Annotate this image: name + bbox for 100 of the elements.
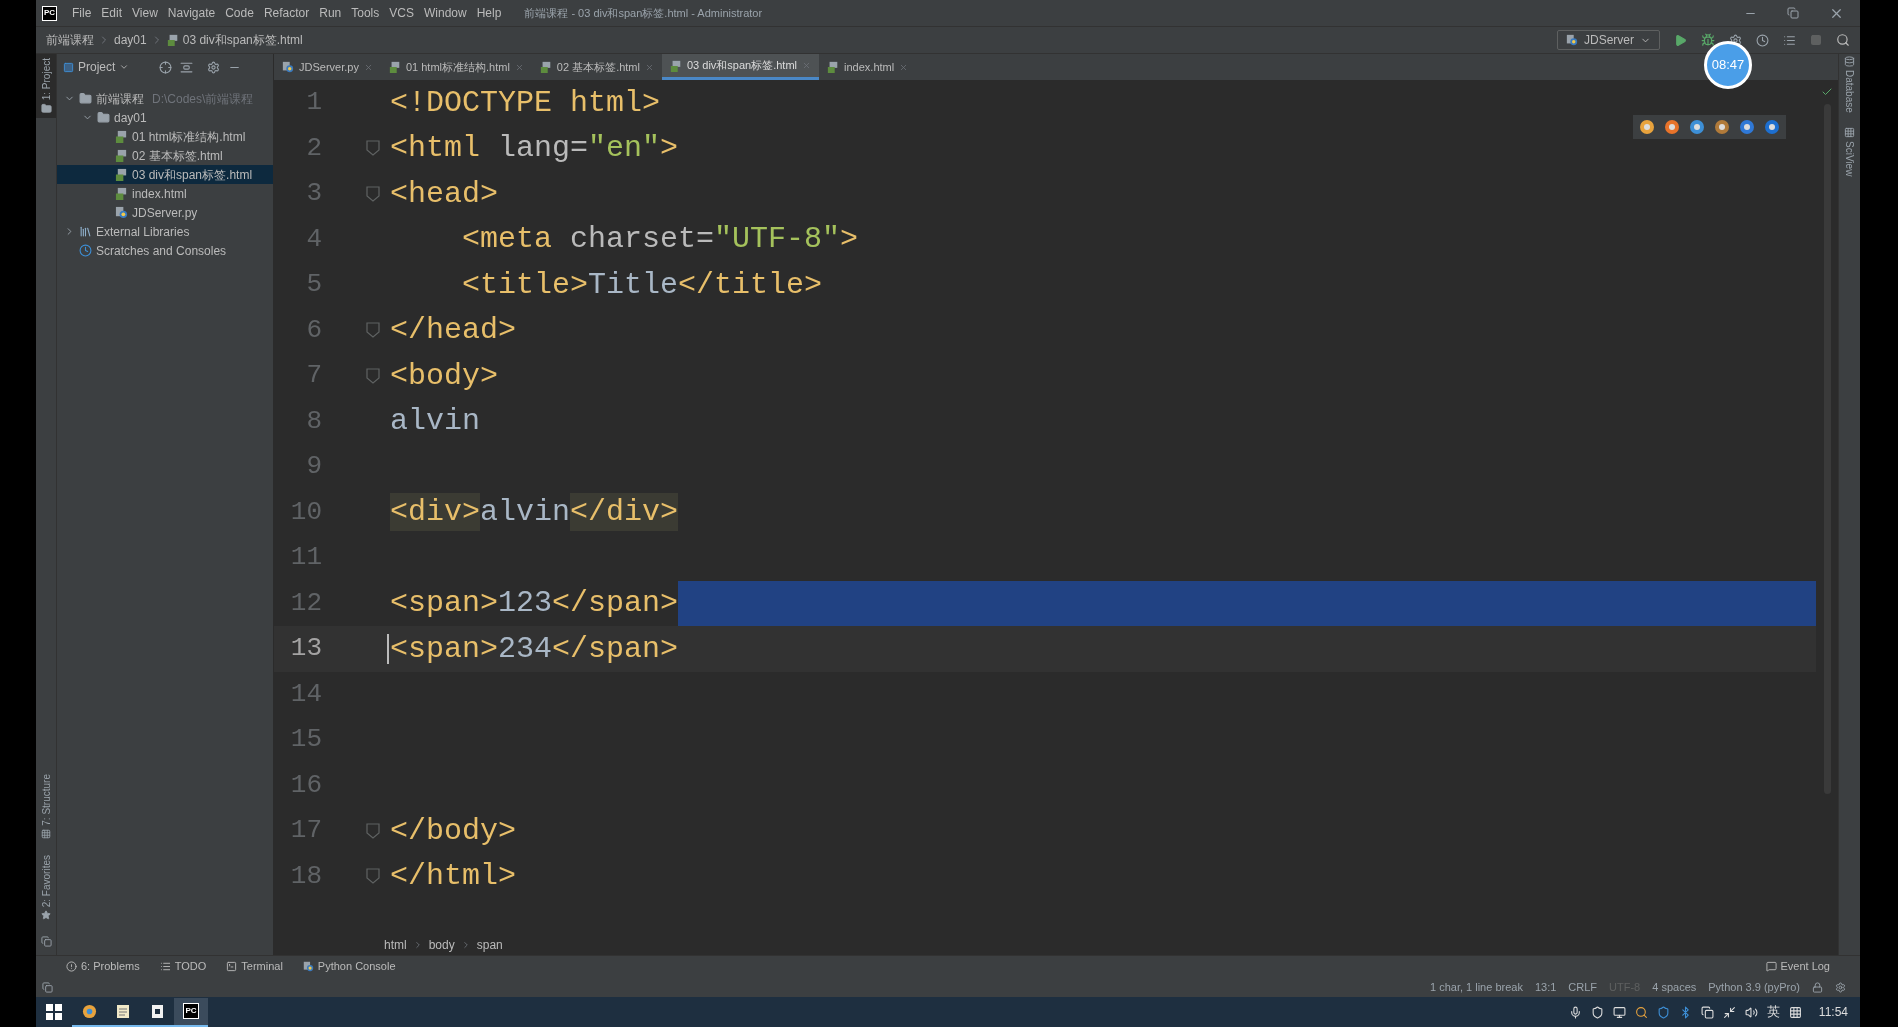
fold-marker-icon[interactable] [366,322,380,339]
browser-icon[interactable] [1739,119,1755,135]
browser-icon[interactable] [1664,119,1680,135]
search-icon[interactable] [1836,33,1850,47]
html-file-icon [115,149,128,162]
menu-item[interactable]: Code [220,4,259,22]
breadcrumb-item[interactable]: 03 div和span标签.html [182,31,303,49]
fold-marker-icon[interactable] [366,140,380,157]
microphone-icon[interactable] [1568,1005,1582,1019]
browser-icon[interactable] [1639,119,1655,135]
menu-item[interactable]: Help [471,4,507,22]
inspector-icon[interactable] [1835,981,1846,993]
tool-window-tab[interactable]: 2: Favorites [38,854,54,907]
breadcrumb-item[interactable]: 前端课程 [46,31,94,49]
tab-label: 01 html标准结构.html [405,59,510,75]
run-configuration-dropdown[interactable]: JDServer [1557,30,1660,50]
fold-marker-icon[interactable] [366,822,380,839]
tool-window-tab[interactable]: Database [1842,70,1857,113]
line-number: 2 [305,131,322,165]
tree-item[interactable]: 02 基本标签.html [57,146,273,165]
folder-icon [40,103,52,115]
code-token: <div> [390,493,480,532]
profile-icon[interactable] [1756,33,1769,47]
browser-icon[interactable] [1689,119,1705,135]
search-icon[interactable] [1634,1005,1648,1019]
fold-marker-icon[interactable] [366,868,380,885]
code-breadcrumb-item[interactable]: span [476,936,503,954]
event-log-button[interactable]: Event Log [1766,958,1830,975]
no-problems-icon [1821,86,1833,98]
run-icon[interactable] [1674,33,1687,47]
editor-tab[interactable]: index.html [819,54,917,80]
security-icon[interactable] [1656,1005,1670,1019]
windows-start-icon[interactable] [46,1004,62,1020]
code-breadcrumb-item[interactable]: html [384,936,407,954]
taskbar-clock[interactable]: 11:54 [1818,1003,1848,1021]
menu-item[interactable]: Run [314,4,347,22]
line-number: 14 [289,677,322,711]
tree-item[interactable]: 03 div和span标签.html [57,165,273,184]
input-method-indicator[interactable]: 英 [1766,1002,1780,1022]
tool-window-tab[interactable]: 7: Structure [38,774,54,826]
tool-window-button[interactable]: Terminal [226,958,283,975]
tree-item[interactable]: External Libraries [57,222,273,241]
fold-marker-icon[interactable] [366,185,380,202]
debug-icon[interactable] [1701,33,1715,47]
tray-app-icon[interactable] [1722,1005,1736,1019]
editor-tab[interactable]: 02 基本标签.html [531,54,662,80]
menu-item[interactable]: View [127,4,163,22]
code-token: <span> [390,630,499,668]
menu-item[interactable]: Refactor [258,4,315,22]
status-item[interactable]: 1 char, 1 line break [1429,978,1523,996]
tool-window-tab[interactable]: SciView [1842,140,1857,177]
menu-item[interactable]: Edit [96,4,128,22]
project-view-dropdown[interactable]: Project [63,58,130,76]
fold-marker-icon[interactable] [366,367,380,384]
editor-tab[interactable]: 03 div和span标签.html [662,54,820,80]
tree-item[interactable]: 01 html标准结构.html [57,127,273,146]
taskbar-app[interactable]: PC [174,997,208,1027]
list-icon [159,961,171,972]
html-file-icon [115,187,128,200]
tree-item[interactable]: index.html [57,184,273,203]
status-item[interactable]: 4 spaces [1652,978,1697,996]
tree-item[interactable]: day01 [57,108,273,127]
status-item[interactable]: 13:1 [1534,978,1557,996]
line-number: 9 [305,450,322,484]
tool-window-button[interactable]: Python Console [302,958,396,975]
code-token: <html [390,130,480,168]
network-icon[interactable] [1612,1005,1626,1019]
menu-item[interactable]: Navigate [162,4,221,22]
shield-icon[interactable] [1590,1005,1604,1019]
tool-window-button[interactable]: TODO [159,958,207,975]
restore-icon[interactable] [1787,7,1799,19]
locate-icon[interactable] [159,60,173,74]
status-item[interactable]: Python 3.9 (pyPro) [1708,978,1800,996]
keyboard-icon[interactable] [1788,1005,1802,1019]
lock-icon[interactable] [1812,981,1823,993]
panel-toggle-icon[interactable] [42,981,53,993]
tree-item[interactable]: Scratches and Consoles [57,241,273,260]
collapse-icon[interactable] [180,60,194,74]
browser-icon [81,1003,97,1019]
menu-item[interactable]: Tools [346,4,385,22]
code-token: 234 [498,630,553,668]
tool-window-button[interactable]: 6: Problems [66,958,140,975]
menu-item[interactable]: VCS [384,4,419,22]
html-file-icon [115,168,128,181]
volume-icon[interactable] [1744,1005,1758,1019]
menu-item[interactable]: File [67,4,97,22]
code-token: <meta [462,221,552,259]
document-icon [150,1003,164,1019]
browser-icon[interactable] [1714,119,1730,135]
editor-tab[interactable]: JDServer.py [274,54,381,80]
status-item[interactable]: CRLF [1568,978,1598,996]
breadcrumb-item[interactable]: day01 [114,31,147,49]
code-breadcrumb-item[interactable]: body [428,936,455,954]
panel-toggle-icon[interactable] [40,936,52,947]
caret-icon [119,62,130,72]
tree-item[interactable]: JDServer.py [57,203,273,222]
browser-icon[interactable] [1764,119,1780,135]
editor-tab[interactable]: 01 html标准结构.html [380,54,532,80]
menu-item[interactable]: Window [418,4,472,22]
settings-icon[interactable] [207,60,221,74]
